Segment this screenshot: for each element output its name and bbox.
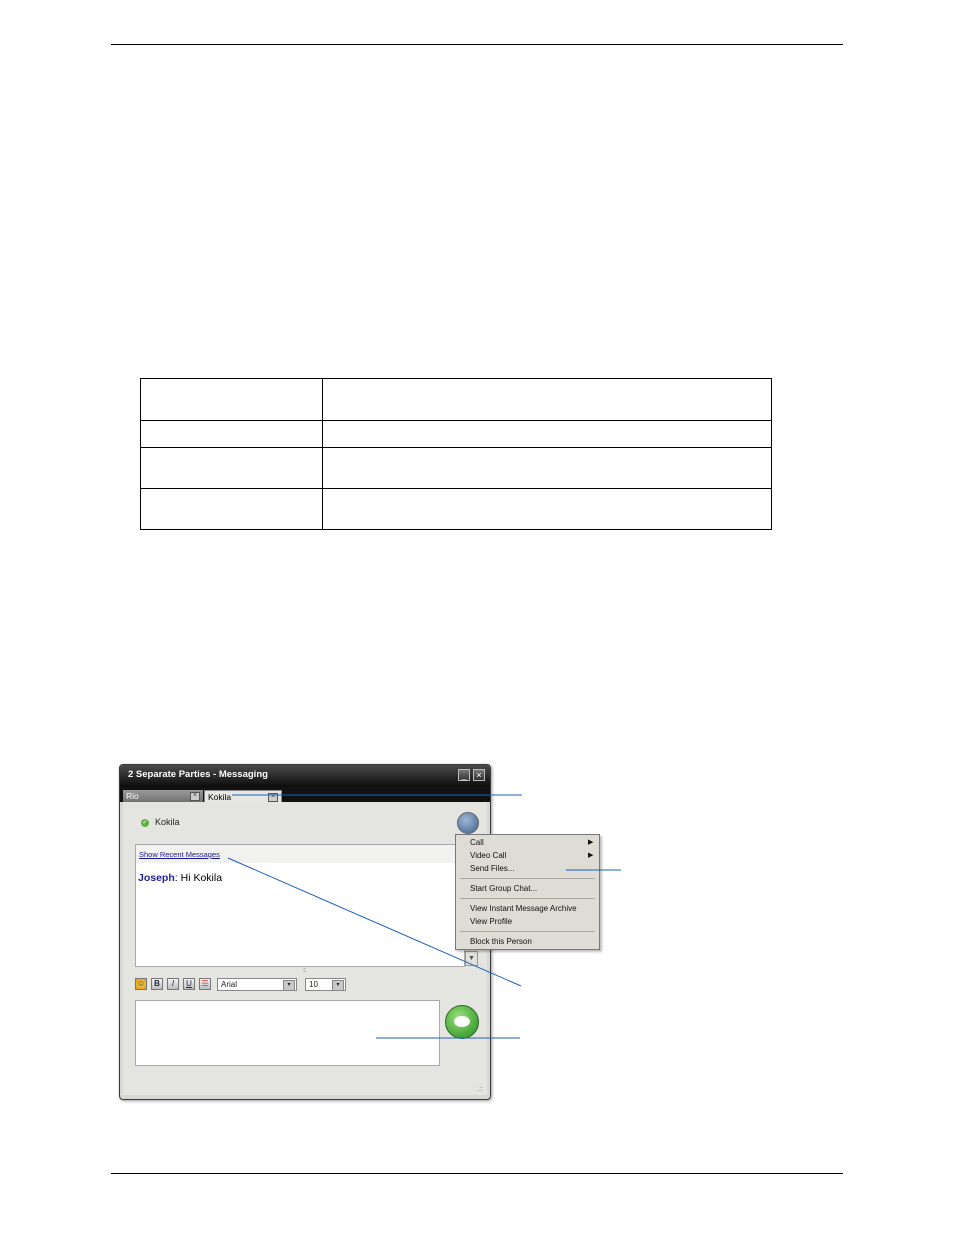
callout-lines bbox=[227, 794, 621, 1039]
footer-rule bbox=[111, 1173, 843, 1174]
callout-line-history bbox=[227, 857, 522, 987]
